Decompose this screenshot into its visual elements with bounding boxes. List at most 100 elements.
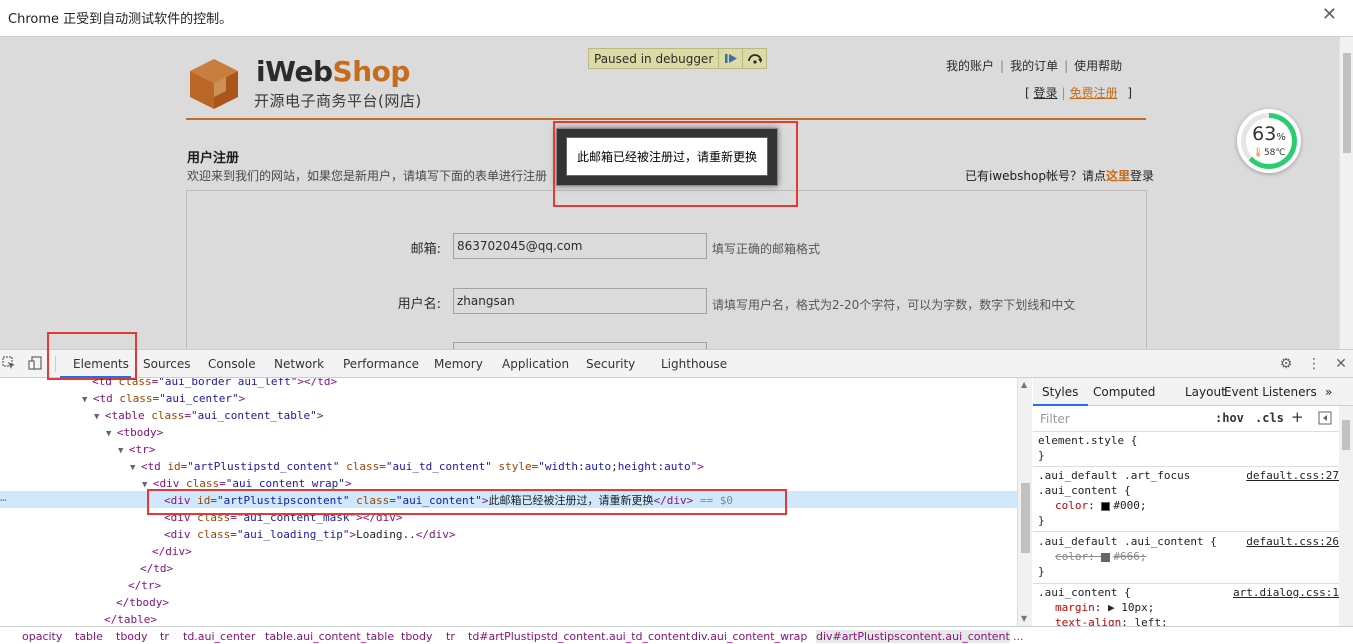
style-property[interactable]: text-align: left; — [1033, 615, 1339, 626]
dom-scrollbar-thumb[interactable] — [1021, 483, 1030, 553]
breadcrumb-item[interactable]: td.aui_center — [183, 630, 255, 643]
username-field[interactable]: zhangsan — [453, 288, 707, 314]
bracket-close: ] — [1127, 86, 1133, 100]
tab-security[interactable]: Security — [586, 357, 635, 371]
tab-application[interactable]: Application — [502, 357, 569, 371]
tab-lighthouse[interactable]: Lighthouse — [661, 357, 727, 371]
elements-tab-highlight — [47, 332, 137, 380]
login-link[interactable]: 登录 — [1034, 86, 1058, 100]
selected-node-highlight — [147, 489, 787, 515]
breadcrumb-item[interactable]: opacity — [22, 630, 62, 643]
toggle-sidebar-icon[interactable] — [1318, 411, 1332, 428]
dom-node-line[interactable]: <td class="aui_border aui_left"></td> — [92, 378, 337, 390]
rule-source-link[interactable]: default.css:26 — [1246, 534, 1339, 549]
performance-gauge[interactable]: 63% 🌡58℃ — [1237, 109, 1301, 173]
gauge-percent-value: 63 — [1252, 123, 1277, 145]
dom-node-line[interactable]: </tr> — [128, 577, 161, 594]
expand-triangle-icon[interactable]: ▼ — [130, 463, 141, 473]
breadcrumb-item[interactable]: tr — [160, 630, 169, 643]
login-sep: | — [1061, 86, 1066, 100]
hov-button[interactable]: :hov — [1215, 411, 1244, 425]
device-toolbar-icon[interactable] — [27, 356, 43, 372]
login-here-link[interactable]: 这里 — [1106, 169, 1130, 183]
breadcrumb-item[interactable]: tbody — [116, 630, 148, 643]
breadcrumb-item[interactable]: div.aui_content_wrap — [691, 630, 807, 643]
dom-node-line[interactable]: ▼ <table class="aui_content_table"> — [94, 407, 323, 424]
dom-node-line[interactable]: </td> — [140, 560, 173, 577]
tab-layout[interactable]: Layout — [1185, 385, 1226, 399]
tab-sources[interactable]: Sources — [143, 357, 190, 371]
dom-node-line[interactable]: ▼ <tbody> — [106, 424, 163, 441]
dom-node-line[interactable]: </table> — [104, 611, 157, 626]
tab-performance[interactable]: Performance — [343, 357, 419, 371]
step-over-icon[interactable] — [742, 49, 766, 68]
dom-node-line[interactable]: </div> — [152, 543, 192, 560]
styles-filter-input[interactable]: Filter — [1040, 412, 1070, 426]
link-my-account[interactable]: 我的账户 — [946, 59, 994, 73]
tab-styles[interactable]: Styles — [1042, 385, 1078, 399]
tab-console[interactable]: Console — [208, 357, 256, 371]
scroll-up-icon[interactable]: ▲ — [1021, 380, 1027, 389]
color-swatch-icon[interactable] — [1101, 552, 1111, 562]
inspect-element-icon[interactable] — [1, 356, 17, 372]
more-options-icon[interactable]: ⋮ — [1306, 356, 1322, 372]
expand-triangle-icon[interactable]: ▼ — [106, 429, 117, 439]
username-label: 用户名: — [397, 297, 441, 312]
close-icon[interactable]: ✕ — [1322, 6, 1337, 24]
resume-icon[interactable] — [718, 49, 742, 68]
page-viewport: iWebShop 开源电子商务平台(网店) Paused in debugger… — [0, 37, 1353, 349]
style-property[interactable]: color: #666; — [1033, 549, 1339, 564]
tab-event-listeners[interactable]: Event Listeners — [1224, 385, 1317, 399]
dom-node-line[interactable]: ▼ <td class="aui_center"> — [82, 390, 245, 407]
styles-scrollbar[interactable] — [1339, 406, 1353, 626]
have-account-suffix: 登录 — [1129, 169, 1154, 183]
style-rule[interactable]: .aui_default .aui_content {default.css:2… — [1033, 534, 1339, 584]
rule-source-link[interactable]: art.dialog.css:1 — [1233, 585, 1339, 600]
top-links: 我的账户 | 我的订单 | 使用帮助 — [946, 59, 1123, 73]
page-scrollbar[interactable] — [1339, 37, 1353, 349]
close-devtools-icon[interactable]: ✕ — [1333, 356, 1349, 372]
rule-source-link[interactable]: default.css:27 — [1246, 468, 1339, 483]
breadcrumb-item[interactable]: tr — [446, 630, 455, 643]
breadcrumb: opacity table tbody tr td.aui_center table.au… — [0, 626, 1353, 644]
gear-icon[interactable]: ⚙ — [1278, 356, 1294, 372]
color-swatch-icon[interactable] — [1101, 501, 1111, 511]
next-field[interactable] — [453, 342, 707, 349]
breadcrumb-item[interactable]: div#artPlustipscontent.aui_content — [816, 630, 1010, 643]
login-register-row: [ 登录 | 免费注册 ] — [1025, 84, 1132, 101]
gauge-temp: 🌡58℃ — [1237, 148, 1301, 158]
style-rule[interactable]: .aui_content {art.dialog.css:1 margin: ▶ … — [1033, 585, 1339, 626]
breadcrumb-item[interactable]: tbody — [401, 630, 433, 643]
cls-button[interactable]: .cls — [1255, 411, 1284, 425]
link-help[interactable]: 使用帮助 — [1074, 59, 1122, 73]
dom-node-line[interactable]: <div class="aui_loading_tip">Loading..</… — [164, 526, 455, 543]
breadcrumb-item[interactable]: ... — [1013, 630, 1024, 643]
tab-network[interactable]: Network — [274, 357, 324, 371]
page-scrollbar-thumb[interactable] — [1343, 53, 1351, 153]
scroll-down-icon[interactable]: ▼ — [1021, 614, 1027, 623]
logo-wordmark: iWebShop — [256, 55, 410, 88]
styles-scrollbar-thumb[interactable] — [1342, 420, 1350, 450]
breadcrumb-item[interactable]: td#artPlustipstd_content.aui_td_content — [468, 630, 690, 643]
breadcrumb-item[interactable]: table.aui_content_table — [265, 630, 394, 643]
dom-node-line[interactable]: ▼ <tr> — [118, 441, 155, 458]
add-rule-button[interactable]: + — [1291, 408, 1304, 426]
expand-triangle-icon[interactable]: ▼ — [82, 395, 93, 405]
more-tabs-icon[interactable]: » — [1325, 385, 1332, 399]
tab-memory[interactable]: Memory — [434, 357, 483, 371]
style-rule[interactable]: .aui_default .art_focus .aui_content {def… — [1033, 468, 1339, 532]
tab-computed[interactable]: Computed — [1093, 385, 1155, 399]
cube-logo-icon — [190, 59, 238, 109]
register-link[interactable]: 免费注册 — [1070, 86, 1118, 100]
dom-scrollbar[interactable]: ▲ ▼ — [1017, 378, 1032, 626]
style-rule[interactable]: element.style {} — [1033, 433, 1339, 467]
style-property[interactable]: margin: ▶ 10px; — [1033, 600, 1339, 615]
expand-triangle-icon[interactable]: ▼ — [94, 412, 105, 422]
expand-triangle-icon[interactable]: ▼ — [118, 446, 129, 456]
dom-node-line[interactable]: </tbody> — [116, 594, 169, 611]
link-my-orders[interactable]: 我的订单 — [1010, 59, 1058, 73]
breadcrumb-item[interactable]: table — [75, 630, 103, 643]
email-field[interactable]: 863702045@qq.com — [453, 233, 707, 259]
dom-node-line[interactable]: ▼ <td id="artPlustipstd_content" class="… — [130, 458, 704, 475]
style-property[interactable]: color: #000; — [1033, 498, 1339, 513]
